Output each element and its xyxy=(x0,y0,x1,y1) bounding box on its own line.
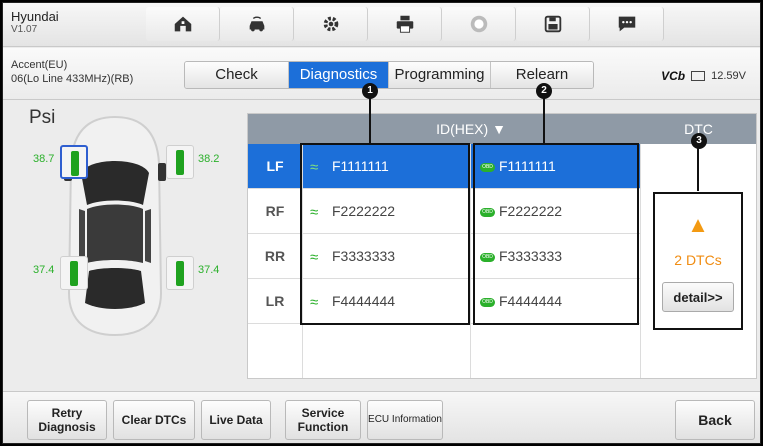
tire-ok-bar xyxy=(176,261,184,286)
toolbar-icons xyxy=(146,7,664,41)
home-icon xyxy=(174,16,191,32)
service-function-button[interactable]: Service Function xyxy=(285,400,361,440)
settings-button[interactable] xyxy=(294,7,368,41)
tire-sensor-lf[interactable] xyxy=(60,145,88,179)
brand: Hyundai V1.07 xyxy=(11,10,59,36)
vehicle-menu-icon xyxy=(249,16,264,32)
print-icon xyxy=(396,15,413,33)
tire-sensor-lr[interactable] xyxy=(60,256,88,290)
tire-ok-bar xyxy=(71,151,79,176)
pressure-unit: Psi xyxy=(29,107,56,128)
brand-version: V1.07 xyxy=(11,24,38,35)
row-position: RR xyxy=(264,248,286,264)
row-position: LF xyxy=(266,158,284,174)
callout-line-3 xyxy=(697,143,699,191)
message-icon xyxy=(618,16,635,32)
dtc-count: 2 DTCs xyxy=(674,252,722,268)
help-icon xyxy=(470,15,487,33)
print-button[interactable] xyxy=(368,7,442,41)
callout-box-1 xyxy=(300,143,470,325)
live-data-button[interactable]: Live Data xyxy=(201,400,271,440)
callout-marker-2: 2 xyxy=(536,83,552,99)
warning-icon: ▲ xyxy=(687,212,709,237)
tab-programming[interactable]: Programming xyxy=(389,62,491,88)
pressure-rf: 38.2 xyxy=(198,153,220,165)
app-window: Hyundai V1.07 Accent(EU) 06(Lo Line 433M… xyxy=(2,2,761,444)
pressure-lr: 37.4 xyxy=(33,264,55,276)
help-button[interactable] xyxy=(442,7,516,41)
top-toolbar: Hyundai V1.07 xyxy=(3,3,760,47)
brand-title: Hyundai xyxy=(11,9,59,24)
callout-box-2 xyxy=(473,143,639,325)
vehicle-info: Accent(EU) 06(Lo Line 433MHz)(RB) xyxy=(11,58,133,86)
vehicle-model: Accent(EU) xyxy=(11,59,68,71)
callout-marker-3: 3 xyxy=(691,133,707,149)
clear-dtcs-button[interactable]: Clear DTCs xyxy=(113,400,195,440)
row-position: LR xyxy=(265,293,285,309)
tire-sensor-rf[interactable] xyxy=(166,145,194,179)
vehicle-menu-button[interactable] xyxy=(220,7,294,41)
save-icon xyxy=(544,15,561,33)
bottom-toolbar: Retry Diagnosis Clear DTCs Live Data Ser… xyxy=(3,391,760,443)
detail-button[interactable]: detail>> xyxy=(662,282,734,312)
battery-icon xyxy=(691,71,706,81)
back-button[interactable]: Back xyxy=(675,400,755,440)
table-header: ID(HEX) ▼ DTC xyxy=(248,114,756,144)
id-hex-header[interactable]: ID(HEX) ▼ xyxy=(302,114,640,144)
callout-line-2 xyxy=(543,93,545,143)
tire-ok-bar xyxy=(70,261,78,286)
vci-status: VCb 12.59V xyxy=(661,69,746,83)
row-position: RF xyxy=(265,203,285,219)
retry-diagnosis-button[interactable]: Retry Diagnosis xyxy=(27,400,107,440)
settings-icon xyxy=(323,16,338,32)
vcb-label: VCb xyxy=(661,69,686,83)
callout-marker-1: 1 xyxy=(362,83,378,99)
pressure-rr: 37.4 xyxy=(198,264,220,276)
callout-line-1 xyxy=(369,93,371,143)
message-button[interactable] xyxy=(590,7,664,41)
battery-voltage: 12.59V xyxy=(711,70,746,82)
column-divider xyxy=(640,144,641,378)
function-bar: Accent(EU) 06(Lo Line 433MHz)(RB) Check … xyxy=(3,48,760,100)
pressure-lf: 38.7 xyxy=(33,153,55,165)
tab-check[interactable]: Check xyxy=(185,62,289,88)
dtc-panel: ▲ 2 DTCs detail>> xyxy=(653,192,743,330)
column-divider xyxy=(470,144,471,378)
ecu-information-button[interactable]: ECU Information xyxy=(367,400,443,440)
mode-tabs: Check Diagnostics Programming Relearn xyxy=(184,61,594,89)
save-button[interactable] xyxy=(516,7,590,41)
tire-sensor-rr[interactable] xyxy=(166,256,194,290)
home-button[interactable] xyxy=(146,7,220,41)
vehicle-variant: 06(Lo Line 433MHz)(RB) xyxy=(11,73,134,85)
tire-ok-bar xyxy=(176,150,184,175)
